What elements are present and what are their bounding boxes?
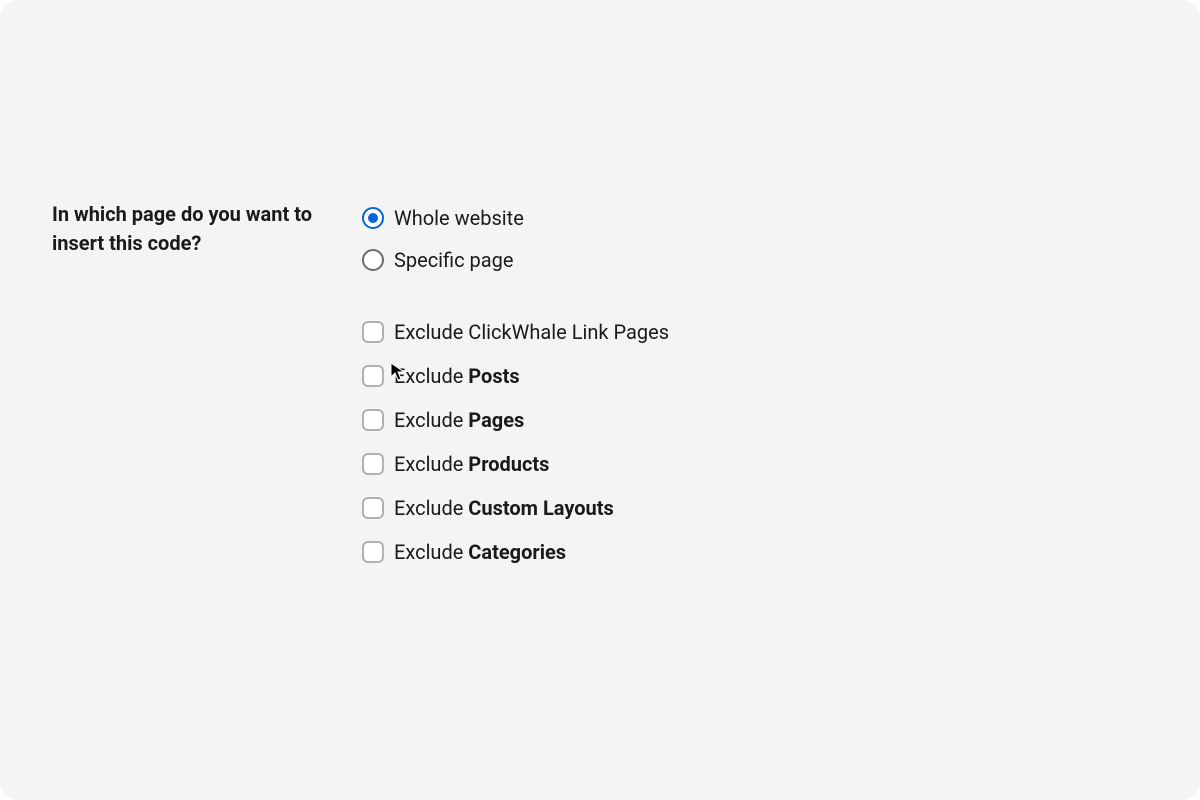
checkbox-label-exclude-pages: Exclude Pages xyxy=(394,408,524,432)
page-scope-radio-group: Whole website Specific page xyxy=(362,206,1200,272)
question-column: In which page do you want to insert this… xyxy=(52,200,362,258)
radio-specific-page[interactable]: Specific page xyxy=(362,248,1200,272)
checkbox-input-exclude-clickwhale[interactable] xyxy=(362,321,384,343)
checkbox-label-exclude-categories: Exclude Categories xyxy=(394,540,566,564)
settings-panel: In which page do you want to insert this… xyxy=(0,0,1200,800)
checkbox-exclude-custom-layouts[interactable]: Exclude Custom Layouts xyxy=(362,496,1200,520)
checkbox-exclude-products[interactable]: Exclude Products xyxy=(362,452,1200,476)
checkbox-exclude-clickwhale[interactable]: Exclude ClickWhale Link Pages xyxy=(362,320,1200,344)
checkbox-input-exclude-posts[interactable] xyxy=(362,365,384,387)
radio-label-specific-page: Specific page xyxy=(394,248,514,272)
checkbox-exclude-posts[interactable]: Exclude Posts xyxy=(362,364,1200,388)
checkbox-input-exclude-pages[interactable] xyxy=(362,409,384,431)
checkbox-input-exclude-custom-layouts[interactable] xyxy=(362,497,384,519)
exclude-checkbox-group: Exclude ClickWhale Link Pages Exclude Po… xyxy=(362,320,1200,564)
checkbox-input-exclude-products[interactable] xyxy=(362,453,384,475)
checkbox-exclude-categories[interactable]: Exclude Categories xyxy=(362,540,1200,564)
radio-input-whole-website[interactable] xyxy=(362,207,384,229)
question-heading: In which page do you want to insert this… xyxy=(52,200,342,258)
content-row: In which page do you want to insert this… xyxy=(52,200,1200,584)
checkbox-input-exclude-categories[interactable] xyxy=(362,541,384,563)
checkbox-label-exclude-clickwhale: Exclude ClickWhale Link Pages xyxy=(394,320,669,344)
radio-input-specific-page[interactable] xyxy=(362,249,384,271)
radio-whole-website[interactable]: Whole website xyxy=(362,206,1200,230)
checkbox-label-exclude-products: Exclude Products xyxy=(394,452,549,476)
controls-column: Whole website Specific page Exclude Clic… xyxy=(362,200,1200,584)
checkbox-label-exclude-custom-layouts: Exclude Custom Layouts xyxy=(394,496,614,520)
checkbox-exclude-pages[interactable]: Exclude Pages xyxy=(362,408,1200,432)
radio-label-whole-website: Whole website xyxy=(394,206,524,230)
checkbox-label-exclude-posts: Exclude Posts xyxy=(394,364,520,388)
